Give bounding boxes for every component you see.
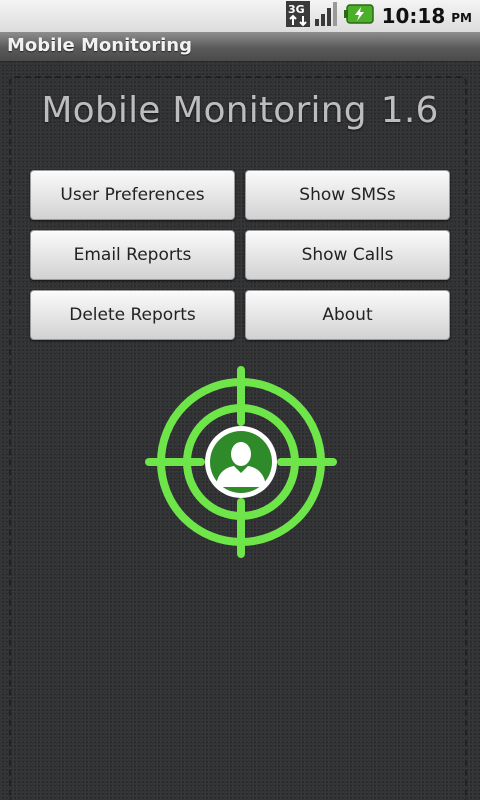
delete-reports-button[interactable]: Delete Reports [30,290,235,340]
svg-text:3G: 3G [288,3,305,16]
app-heading: Mobile Monitoring 1.6 [0,90,480,131]
battery-charging-icon [343,3,374,29]
clock-ampm: PM [451,11,472,25]
signal-bars-icon [314,1,340,31]
app-name: Mobile Monitoring [41,90,367,131]
clock-time: 10:18 [381,4,446,28]
crosshair-target-person-icon [145,366,337,558]
user-preferences-button[interactable]: User Preferences [30,170,235,220]
main-content: Mobile Monitoring 1.6 User Preferences Sh… [0,62,480,800]
show-calls-button[interactable]: Show Calls [245,230,450,280]
about-button[interactable]: About [245,290,450,340]
email-reports-button[interactable]: Email Reports [30,230,235,280]
app-version: 1.6 [380,90,439,131]
show-smss-button[interactable]: Show SMSs [245,170,450,220]
window-title: Mobile Monitoring [7,35,192,56]
window-title-bar: Mobile Monitoring [0,32,480,62]
3g-data-icon: 3G [285,1,310,31]
status-icons: 3G 10:18 PM [285,0,472,32]
status-bar: 3G 10:18 PM [0,0,480,32]
